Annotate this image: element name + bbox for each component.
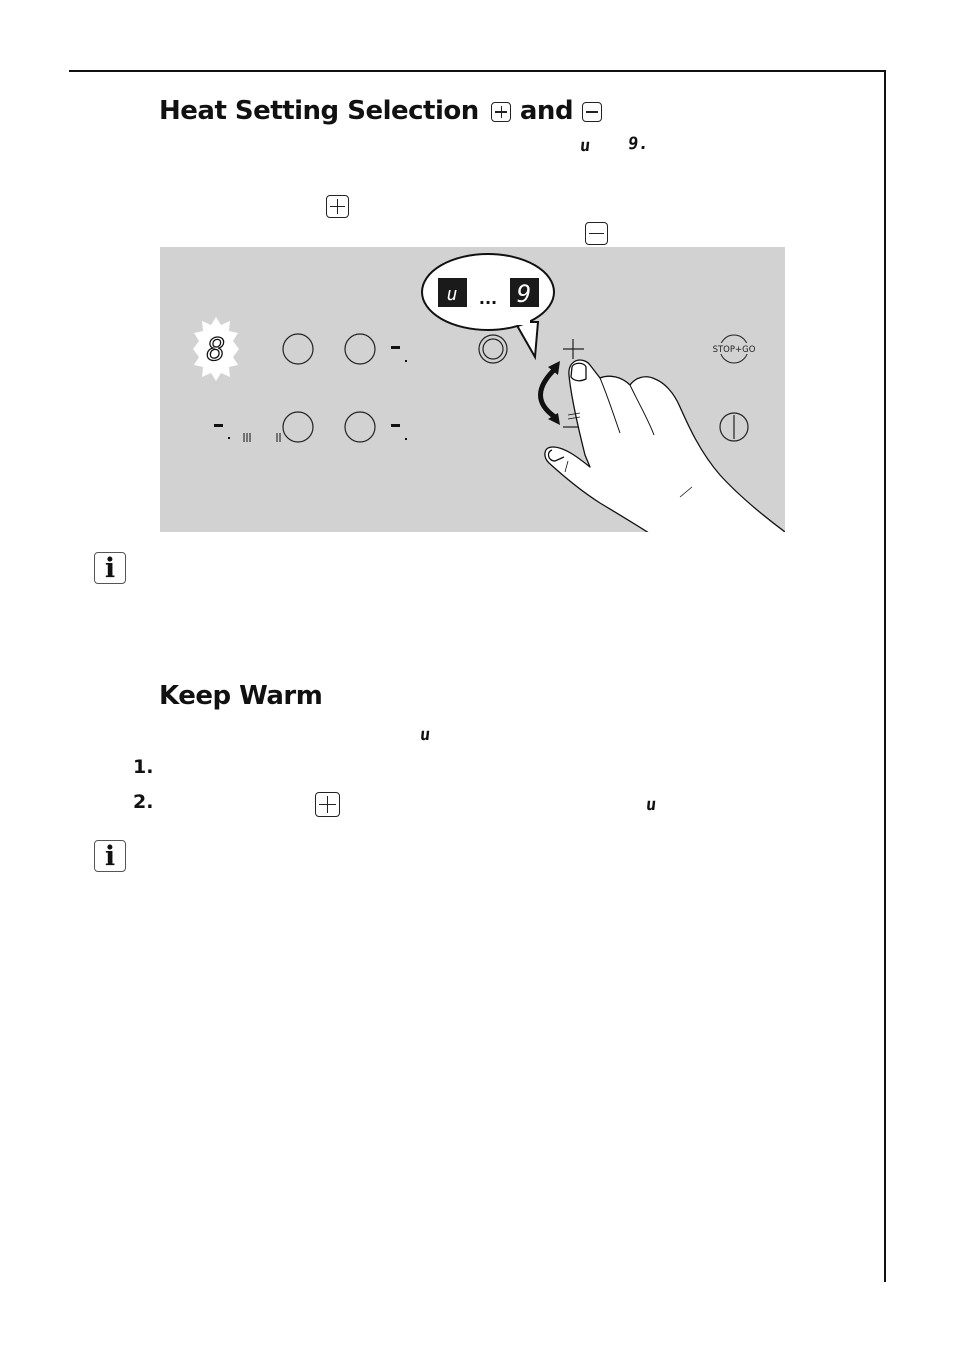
heading-text: Heat Setting Selection xyxy=(159,96,479,126)
plus-key-icon xyxy=(326,195,349,218)
control-panel-diagram: 8 TER xyxy=(160,247,785,532)
curved-double-arrow-icon xyxy=(538,361,560,425)
power-button[interactable] xyxy=(719,412,749,442)
display-glyph-9: 9. xyxy=(626,134,650,154)
flashing-display-digit: 8 xyxy=(207,332,226,368)
dot-mark xyxy=(405,438,407,440)
heading-keep-warm: Keep Warm xyxy=(159,681,323,711)
hand-pointing-illustration xyxy=(544,359,785,532)
minus-key-icon xyxy=(585,222,609,245)
flashing-display: 8 xyxy=(193,317,239,381)
dash-mark xyxy=(214,424,223,427)
plus-sensor[interactable] xyxy=(563,339,584,359)
sensor-circle[interactable] xyxy=(282,411,314,443)
dot-mark xyxy=(228,437,230,439)
info-glyph: i xyxy=(104,840,116,872)
info-icon: i xyxy=(94,552,126,584)
plus-key-icon xyxy=(491,102,512,122)
double-bar-mark xyxy=(276,433,281,442)
double-ring-sensor-inner xyxy=(482,338,504,360)
info-glyph: i xyxy=(104,552,116,584)
bubble-display-low-glyph: u xyxy=(447,284,458,305)
sensor-circle[interactable] xyxy=(344,333,376,365)
heading-heat-setting-selection: Heat Setting Selection and xyxy=(159,96,602,126)
display-glyph-u: u xyxy=(418,725,432,745)
stop-go-button[interactable]: STOP+GO xyxy=(711,334,757,364)
speech-bubble: u ... 9 xyxy=(421,253,555,361)
sensor-circle[interactable] xyxy=(344,411,376,443)
right-rule xyxy=(884,70,886,1282)
minus-key-icon xyxy=(581,102,602,122)
step-number-1: 1. xyxy=(133,756,154,778)
control-panel-illustration: 8 TER xyxy=(193,253,785,532)
dash-mark xyxy=(391,424,400,427)
display-glyph-u: u xyxy=(644,795,658,815)
bubble-display-high-glyph: 9 xyxy=(517,280,531,308)
step-number-2: 2. xyxy=(133,791,154,813)
triple-bar-mark xyxy=(243,433,251,442)
stop-go-label: STOP+GO xyxy=(713,345,756,355)
sensor-circle[interactable] xyxy=(282,333,314,365)
dot-mark xyxy=(405,360,407,362)
dash-mark xyxy=(391,346,400,349)
bubble-ellipsis: ... xyxy=(479,289,497,308)
display-glyph-u: u xyxy=(578,136,592,156)
info-icon: i xyxy=(94,840,126,872)
heading-and: and xyxy=(519,96,574,126)
plus-key-icon xyxy=(315,792,341,817)
top-rule xyxy=(69,70,886,72)
